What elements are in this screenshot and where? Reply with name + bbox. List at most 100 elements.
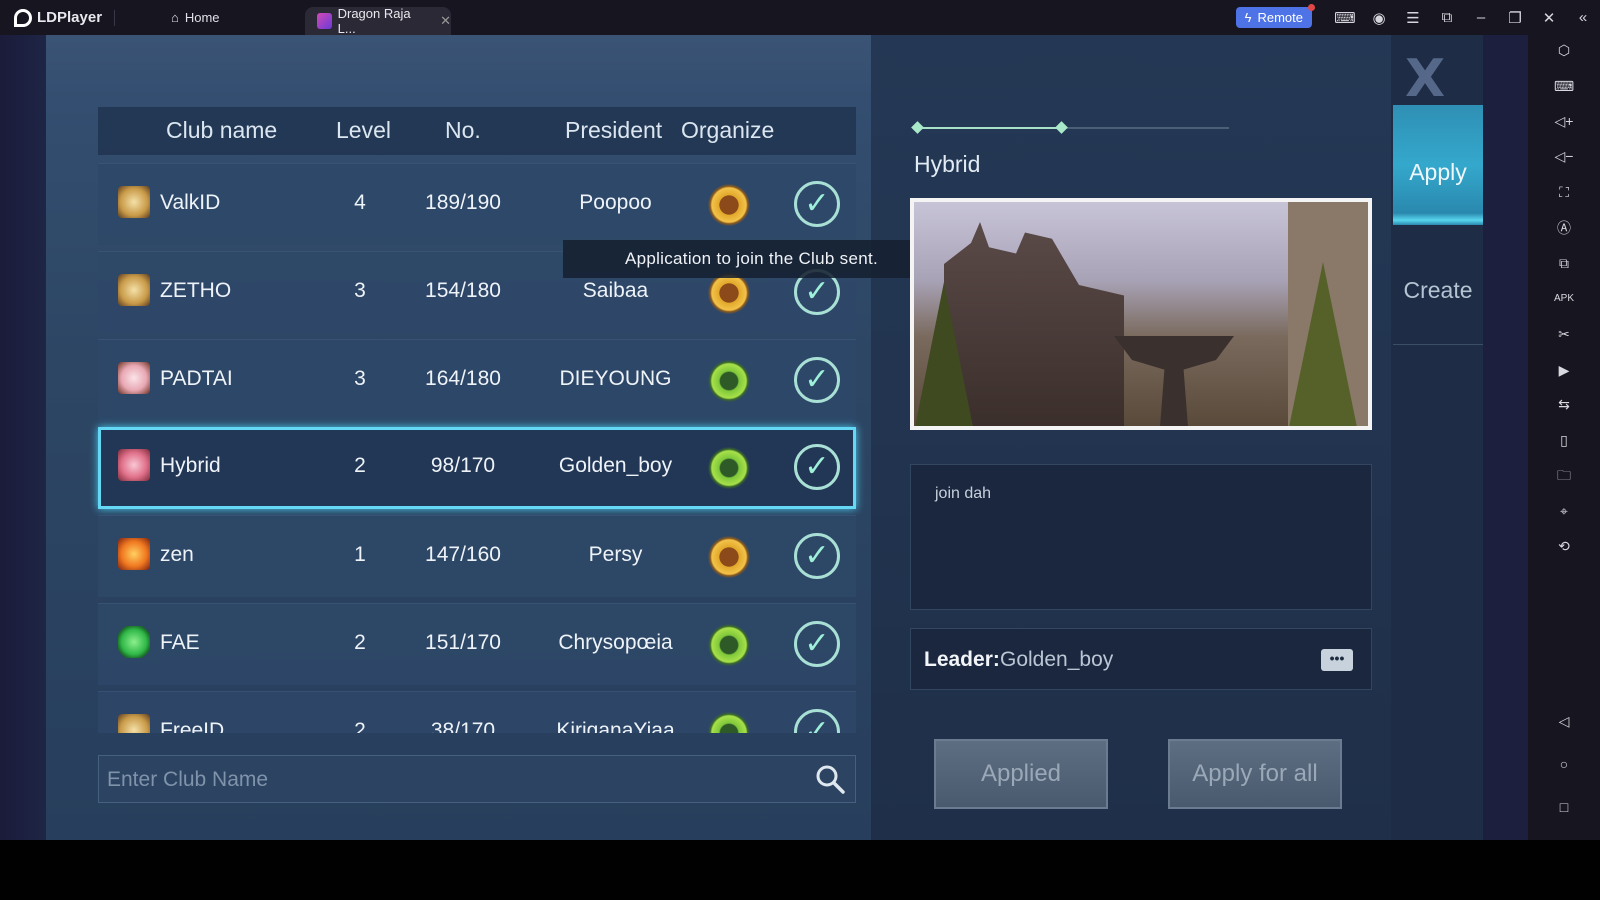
club-level: 4 [354, 191, 366, 214]
club-row-selected[interactable]: Hybrid 2 98/170 Golden_boy ✓ [98, 427, 856, 509]
club-members: 98/170 [430, 454, 496, 477]
leader-info: Leader: Golden_boy ••• [910, 628, 1372, 690]
club-row[interactable]: ValkID 4 189/190 Poopoo ✓ [98, 163, 856, 245]
divider [114, 9, 115, 26]
club-name: FreeID [160, 719, 225, 733]
auto-sync-icon[interactable]: Ⓐ [1528, 217, 1600, 239]
club-name: PADTAI [160, 367, 233, 390]
club-name: ZETHO [160, 279, 232, 302]
home-circle-icon[interactable]: ○ [1528, 753, 1600, 775]
club-row[interactable]: PADTAI 3 164/180 DIEYOUNG ✓ [98, 339, 856, 421]
club-name: FAE [160, 631, 200, 654]
club-search-bar [98, 755, 856, 803]
search-icon[interactable] [815, 764, 845, 794]
fullscreen-icon[interactable]: ⛶ [1528, 181, 1600, 203]
club-search-input[interactable] [107, 762, 787, 798]
club-message: join dah [935, 485, 992, 502]
lion-organize-icon [708, 182, 750, 228]
club-president: KiriganaYiaa [556, 719, 675, 733]
menu-icon[interactable]: ☰ [1396, 9, 1430, 27]
feather-emblem-icon [118, 274, 150, 306]
notification-dot [1308, 4, 1315, 11]
game-icon [317, 13, 332, 29]
multi-instance-icon[interactable]: ⧉ [1528, 252, 1600, 274]
screen-capture-icon[interactable]: ⧉ [1430, 9, 1464, 26]
settings-icon[interactable]: ⬡ [1528, 39, 1600, 61]
club-members: 164/180 [425, 367, 501, 390]
club-president: Poopoo [579, 191, 652, 214]
club-name: zen [160, 543, 194, 566]
recents-icon[interactable]: □ [1528, 796, 1600, 818]
club-level: 3 [354, 367, 366, 390]
castle-scene [944, 222, 1124, 426]
volume-down-icon[interactable]: ◁− [1528, 145, 1600, 167]
application-sent-toast: Application to join the Club sent. [563, 240, 940, 278]
club-message-box: join dah [910, 464, 1372, 610]
apply-check-button[interactable]: ✓ [794, 533, 840, 579]
close-window-icon[interactable]: ✕ [1532, 9, 1566, 27]
emulator-title-bar: LDPlayer ⌂ Home Dragon Raja L... ✕ ϟ Rem… [0, 0, 1600, 36]
close-tab-icon[interactable]: ✕ [440, 13, 451, 29]
account-icon[interactable]: ◉ [1362, 9, 1396, 27]
tree-organize-icon [708, 710, 750, 733]
rotate-icon[interactable]: ⟲ [1528, 535, 1600, 557]
club-row[interactable]: FAE 2 151/170 Chrysopœia ✓ [98, 603, 856, 685]
club-banner-image [910, 198, 1372, 430]
club-name: Hybrid [160, 454, 221, 477]
leader-name: Golden_boy [1000, 648, 1114, 671]
home-icon: ⌂ [171, 10, 179, 25]
ldplayer-logo: LDPlayer [0, 8, 108, 27]
volume-up-icon[interactable]: ◁+ [1528, 110, 1600, 132]
folder-icon[interactable]: 🗀 [1528, 464, 1600, 486]
lightning-icon: ϟ [1244, 10, 1252, 25]
remote-label: Remote [1257, 10, 1303, 25]
apply-check-button[interactable]: ✓ [794, 444, 840, 490]
tab-game-label: Dragon Raja L... [337, 6, 411, 36]
gamepad-icon[interactable]: ⌨ [1328, 9, 1362, 27]
collapse-sidebar-icon[interactable]: « [1566, 9, 1600, 26]
club-level: 2 [354, 719, 366, 733]
stage-edge [1483, 35, 1528, 840]
apply-check-button[interactable]: ✓ [794, 181, 840, 227]
keyboard-icon[interactable]: ⌨ [1528, 75, 1600, 97]
tab-apply[interactable]: Apply [1393, 105, 1483, 225]
feather-emblem-icon [118, 714, 150, 733]
tab-dragon-raja[interactable]: Dragon Raja L... ✕ [305, 6, 451, 36]
applied-button[interactable]: Applied [934, 739, 1108, 809]
club-level: 1 [354, 543, 366, 566]
flame-emblem-icon [118, 538, 150, 570]
apply-check-button[interactable]: ✓ [794, 621, 840, 667]
remote-button[interactable]: ϟ Remote [1235, 4, 1315, 28]
tree-organize-icon [708, 622, 750, 668]
letterbox-bottom [0, 840, 1600, 900]
club-progress-fill [917, 127, 1061, 129]
tab-create[interactable]: Create [1393, 240, 1483, 345]
operation-record-icon[interactable]: ⇆ [1528, 393, 1600, 415]
fountain-scene [1114, 336, 1234, 426]
shake-icon[interactable]: ▯ [1528, 429, 1600, 451]
apply-for-all-button[interactable]: Apply for all [1168, 739, 1342, 809]
apk-install-icon[interactable]: APK [1528, 288, 1600, 310]
club-members: 189/190 [425, 191, 501, 214]
club-members: 147/160 [425, 543, 501, 566]
restore-icon[interactable]: ❐ [1498, 9, 1532, 27]
club-members: 151/170 [425, 631, 501, 654]
tree-organize-icon [708, 445, 750, 491]
location-icon[interactable]: ⌖ [1528, 500, 1600, 522]
scissors-icon[interactable]: ✂ [1528, 323, 1600, 345]
minimize-icon[interactable]: – [1464, 9, 1498, 26]
club-row[interactable]: FreeID 2 38/170 KiriganaYiaa ✓ [98, 691, 856, 733]
back-icon[interactable]: ◁ [1528, 710, 1600, 732]
tab-home[interactable]: ⌂ Home [121, 10, 301, 25]
tree-organize-icon [708, 358, 750, 404]
video-record-icon[interactable]: ▶ [1528, 359, 1600, 381]
apply-check-button[interactable]: ✓ [794, 357, 840, 403]
clover-emblem-icon [118, 626, 150, 658]
chat-icon[interactable]: ••• [1321, 649, 1353, 671]
apply-check-button[interactable]: ✓ [794, 709, 840, 733]
club-president: Chrysopœia [558, 631, 673, 654]
club-row[interactable]: zen 1 147/160 Persy ✓ [98, 515, 856, 597]
club-level: 2 [354, 631, 366, 654]
club-list[interactable]: ValkID 4 189/190 Poopoo ✓ ZETHO 3 154/18… [0, 35, 871, 733]
close-icon[interactable]: X [1405, 49, 1445, 109]
